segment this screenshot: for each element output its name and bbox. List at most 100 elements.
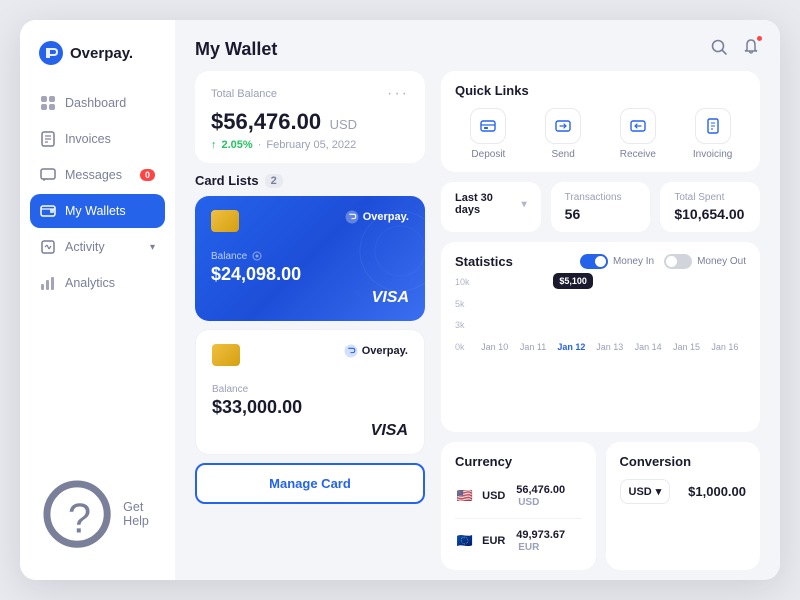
search-icon: [710, 38, 728, 56]
card-2-top: Overpay.: [212, 344, 408, 366]
quick-link-send[interactable]: Send: [530, 108, 597, 160]
usd-amount: 56,476.00 USD: [516, 484, 581, 508]
help-icon: ?: [40, 477, 114, 551]
notification-button[interactable]: [742, 38, 760, 61]
quick-links-row: Deposit Send: [455, 108, 746, 160]
my-wallets-label: My Wallets: [65, 204, 126, 218]
wallet-icon: [40, 203, 56, 219]
dashboard-icon: [40, 95, 56, 111]
sidebar-item-messages[interactable]: Messages 0: [30, 158, 165, 192]
chart-col-jan16: Jan 16: [708, 339, 742, 352]
balance-card: Total Balance ··· $56,476.00 USD ↑ 2.05%…: [195, 71, 425, 163]
invoicing-icon-box: [695, 108, 731, 144]
page-title: My Wallet: [195, 39, 277, 60]
sidebar-item-dashboard[interactable]: Dashboard: [30, 86, 165, 120]
chart-area: 10k 5k 3k 0k $5,100 Jan 10: [455, 277, 746, 352]
change-percent: 2.05%: [222, 139, 253, 151]
period-box: Last 30 days ▾: [441, 182, 541, 232]
balance-change: ↑ 2.05% · February 05, 2022: [211, 139, 409, 151]
money-out-toggle[interactable]: Money Out: [664, 254, 746, 269]
conversion-card: Conversion USD ▾ $1,000.00: [606, 442, 761, 570]
sidebar-item-activity[interactable]: Activity ▾: [30, 230, 165, 264]
period-stats-row: Last 30 days ▾ Transactions 56 Total Spe…: [441, 182, 760, 232]
money-out-switch[interactable]: [664, 254, 692, 269]
quick-link-receive[interactable]: Receive: [605, 108, 672, 160]
chart-col-jan10: Jan 10: [478, 339, 512, 352]
activity-icon: [40, 239, 56, 255]
statistics-card: Statistics Money In: [441, 242, 760, 432]
conversion-amount: $1,000.00: [688, 484, 746, 499]
invoices-label: Invoices: [65, 132, 111, 146]
svg-text:?: ?: [68, 494, 91, 541]
card-2-bottom: VISA: [212, 422, 408, 440]
period-selector[interactable]: Last 30 days ▾: [455, 192, 527, 216]
chart-col-jan15: Jan 15: [669, 339, 703, 352]
search-button[interactable]: [710, 38, 728, 61]
content-columns: Total Balance ··· $56,476.00 USD ↑ 2.05%…: [175, 71, 780, 580]
dashboard-label: Dashboard: [65, 96, 126, 110]
y-label-10k: 10k: [455, 277, 470, 287]
card-2-brand-name: Overpay.: [362, 345, 408, 357]
label-jan13: Jan 13: [596, 342, 623, 352]
balance-menu-button[interactable]: ···: [387, 85, 409, 103]
conversion-chevron: ▾: [656, 485, 662, 498]
deposit-label: Deposit: [471, 149, 505, 160]
chart-col-jan11: Jan 11: [516, 339, 550, 352]
activity-chevron: ▾: [150, 242, 155, 253]
conversion-from-select[interactable]: USD ▾: [620, 479, 671, 504]
manage-card-button[interactable]: Manage Card: [195, 463, 425, 504]
total-spent-box: Total Spent $10,654.00: [660, 182, 760, 232]
main-header: My Wallet: [175, 20, 780, 71]
header-actions: [710, 38, 760, 61]
receive-label: Receive: [620, 149, 656, 160]
statistics-header: Statistics Money In: [455, 254, 746, 269]
currency-usd: 🇺🇸 USD 56,476.00 USD: [455, 479, 582, 513]
chart-bars: $5,100 Jan 10 Jan 11 Jan 1: [474, 277, 746, 352]
eur-code: EUR: [518, 542, 539, 553]
money-in-switch[interactable]: [580, 254, 608, 269]
deposit-icon: [479, 117, 497, 135]
bottom-row: Currency 🇺🇸 USD 56,476.00 USD 🇪🇺 EUR 49,…: [441, 442, 760, 570]
sidebar-item-invoices[interactable]: Invoices: [30, 122, 165, 156]
send-icon: [554, 117, 572, 135]
usd-flag: 🇺🇸: [455, 485, 474, 507]
card-2-brand-icon: [344, 344, 358, 358]
messages-icon: [40, 167, 56, 183]
y-label-5k: 5k: [455, 299, 470, 309]
sidebar-item-analytics[interactable]: Analytics: [30, 266, 165, 300]
currency-eur: 🇪🇺 EUR 49,973.67 EUR: [455, 524, 582, 558]
card-count: 2: [265, 174, 283, 188]
analytics-label: Analytics: [65, 276, 115, 290]
quick-link-invoicing[interactable]: Invoicing: [679, 108, 746, 160]
total-spent-label: Total Spent: [674, 192, 746, 203]
currency-divider: [455, 518, 582, 519]
label-jan11: Jan 11: [520, 342, 546, 352]
card-chip: [211, 210, 239, 232]
money-out-label: Money Out: [697, 256, 746, 267]
logo: Overpay.: [20, 40, 175, 86]
get-help-item[interactable]: ? Get Help: [30, 468, 165, 560]
receive-icon: [629, 117, 647, 135]
sidebar-bottom: ? Get Help: [20, 458, 175, 560]
money-in-label: Money In: [613, 256, 654, 267]
send-label: Send: [551, 149, 574, 160]
quick-link-deposit[interactable]: Deposit: [455, 108, 522, 160]
conversion-from-value: USD: [629, 486, 652, 498]
label-jan10: Jan 10: [481, 342, 508, 352]
credit-card-1: Overpay. Balance $24,098.00 V: [195, 196, 425, 321]
sidebar-nav: Dashboard Invoices Messages 0: [20, 86, 175, 458]
card-list-header: Card Lists 2: [195, 173, 425, 188]
card-list-title: Card Lists: [195, 173, 259, 188]
card-2-logo: Overpay.: [344, 344, 408, 358]
transactions-value: 56: [565, 206, 637, 222]
card-balance-label: Balance: [211, 250, 409, 262]
main-content: My Wallet: [175, 20, 780, 580]
balance-header: Total Balance ···: [211, 85, 409, 103]
sidebar-item-my-wallets[interactable]: My Wallets: [30, 194, 165, 228]
money-in-toggle[interactable]: Money In: [580, 254, 654, 269]
eye-icon: [251, 250, 263, 262]
usd-name: USD: [482, 490, 508, 502]
label-jan16: Jan 16: [711, 342, 738, 352]
invoicing-icon: [704, 117, 722, 135]
total-spent-value: $10,654.00: [674, 206, 746, 222]
